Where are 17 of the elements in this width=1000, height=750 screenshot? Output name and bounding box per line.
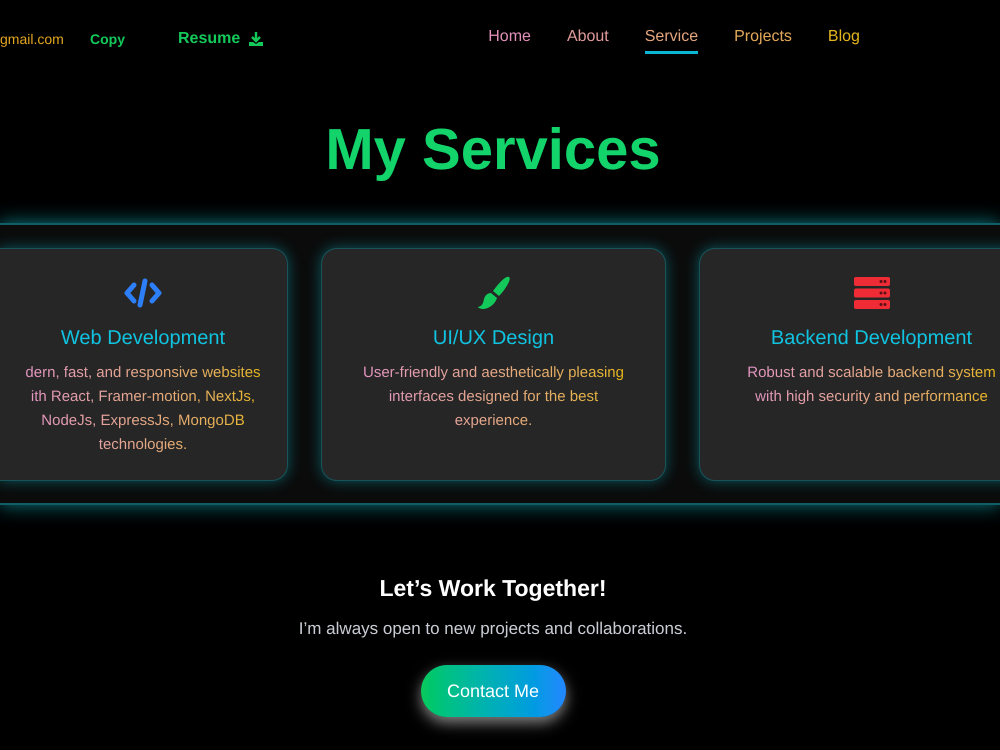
- nav-link[interactable]: Home: [488, 24, 531, 54]
- resume-link[interactable]: Resume: [178, 27, 264, 51]
- service-title: Web Development: [60, 326, 226, 350]
- service-title: UI/UX Design: [432, 326, 554, 350]
- email-text: gmail.com: [0, 30, 65, 49]
- copy-button[interactable]: Copy: [90, 28, 178, 50]
- nav-link[interactable]: Blog: [828, 24, 860, 54]
- cta-heading: Let’s Work Together!: [379, 574, 607, 603]
- code-icon: [124, 278, 162, 308]
- download-icon: [248, 31, 264, 47]
- nav-link[interactable]: About: [566, 24, 609, 54]
- nav-link[interactable]: Projects: [734, 24, 792, 54]
- service-title: Backend Development: [770, 326, 972, 350]
- cta-text: I’m always open to new projects and collaborations.: [298, 618, 688, 640]
- page-title: My Services: [324, 116, 662, 184]
- server-icon: [852, 276, 890, 310]
- nav-link[interactable]: Service: [644, 24, 698, 54]
